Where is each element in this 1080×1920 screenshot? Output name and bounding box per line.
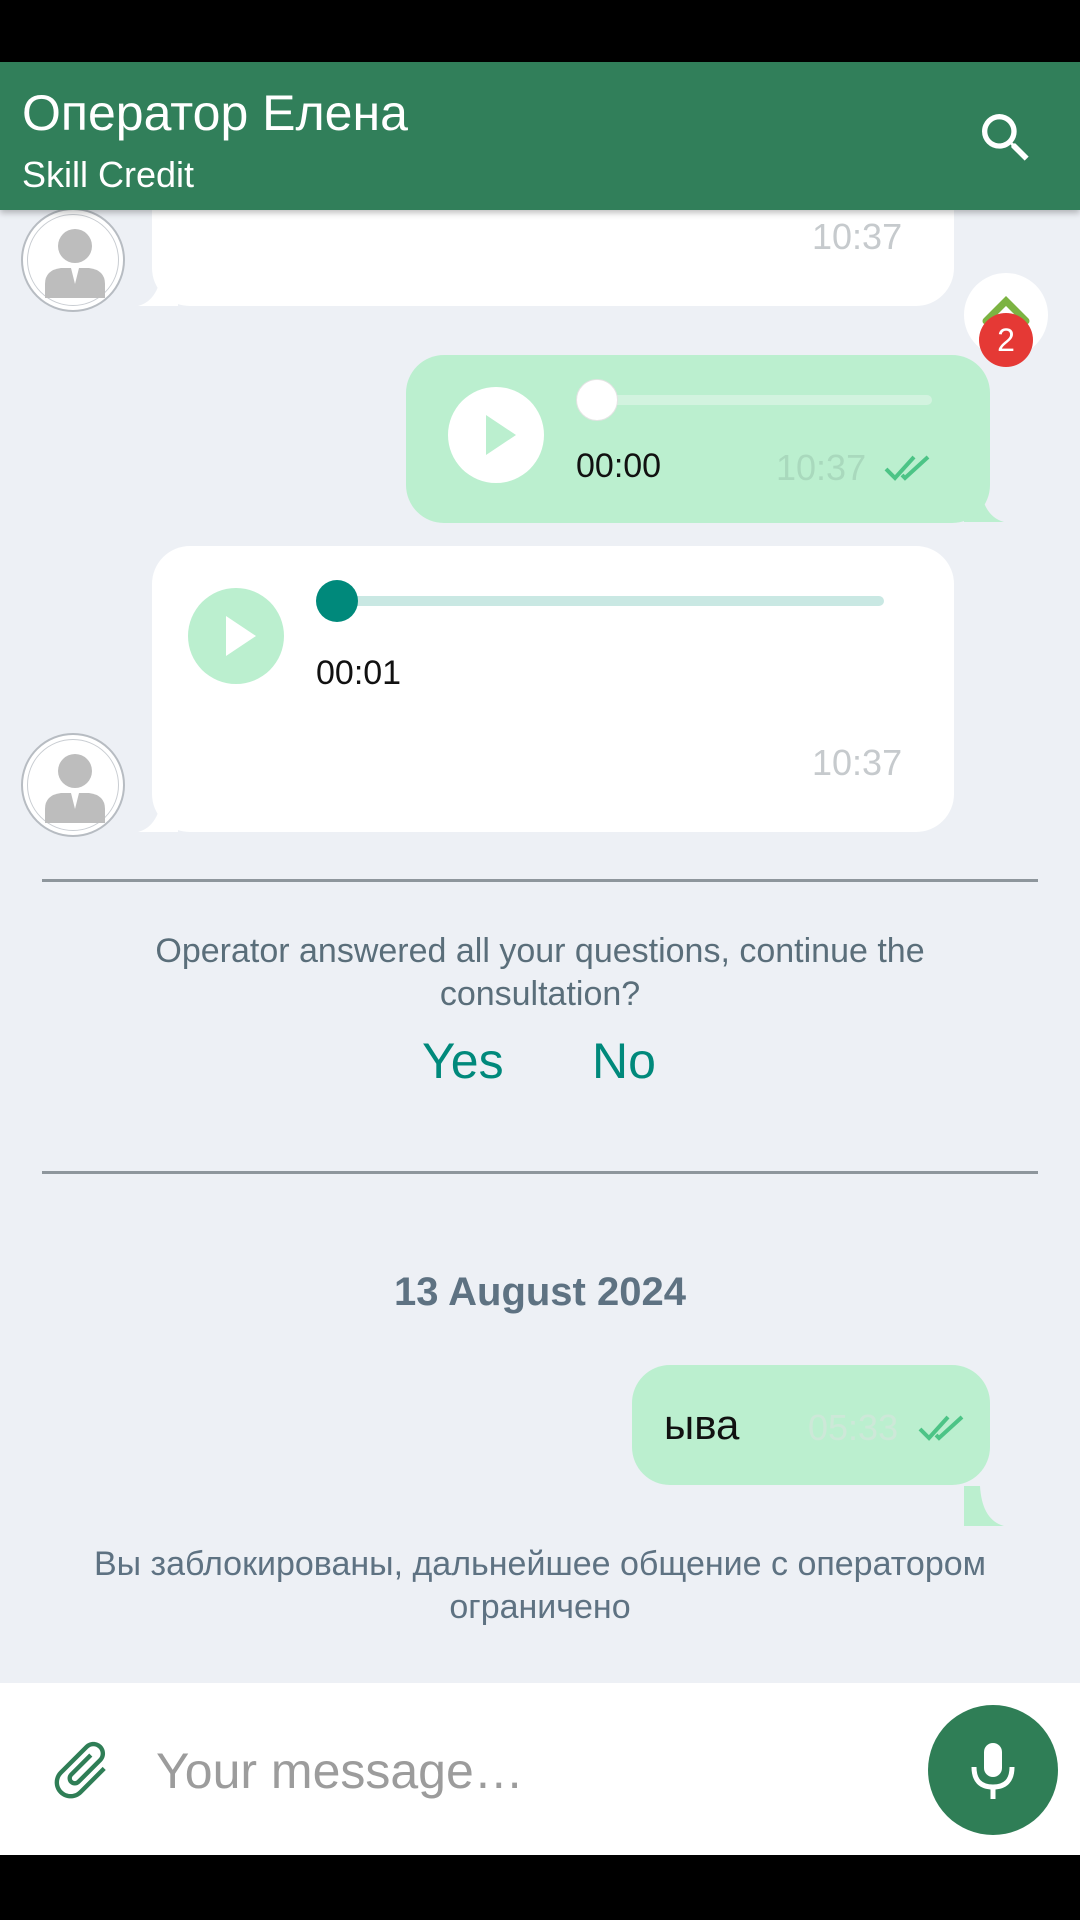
- survey-question: Operator answered all your questions, co…: [155, 932, 925, 1013]
- double-check-icon: [918, 1415, 964, 1441]
- chat-header: Оператор Елена Skill Credit: [0, 62, 1080, 210]
- message-input[interactable]: [156, 1733, 896, 1809]
- audio-play-button[interactable]: [448, 387, 544, 483]
- outgoing-audio-message[interactable]: 00:00 10:37: [406, 355, 990, 523]
- survey-no-button[interactable]: No: [592, 1032, 656, 1090]
- record-voice-button[interactable]: [928, 1705, 1058, 1835]
- outgoing-text-message[interactable]: ыва 05:33: [632, 1365, 990, 1485]
- navigation-bar: [0, 1855, 1080, 1920]
- bubble-tail: [964, 1486, 1004, 1526]
- divider: [42, 879, 1038, 882]
- operator-avatar: [21, 733, 125, 837]
- blocked-notice: Вы заблокированы, дальнейшее общение с о…: [93, 1545, 987, 1626]
- survey-yes-button[interactable]: Yes: [422, 1032, 504, 1090]
- audio-play-button[interactable]: [188, 588, 284, 684]
- operator-name: Оператор Елена: [22, 85, 408, 141]
- audio-scrubber-handle[interactable]: [316, 580, 358, 622]
- play-icon: [226, 616, 256, 656]
- status-bar: [0, 0, 1080, 62]
- operator-company: Skill Credit: [22, 154, 195, 195]
- divider: [42, 1171, 1038, 1174]
- message-composer: [0, 1683, 1080, 1855]
- user-silhouette-icon: [45, 229, 105, 298]
- audio-scrubber-handle[interactable]: [576, 379, 618, 421]
- user-silhouette-icon: [45, 754, 105, 823]
- message-text: ыва: [664, 1401, 740, 1448]
- microphone-icon: [971, 1743, 1015, 1799]
- incoming-message-bubble[interactable]: 10:37: [152, 210, 954, 306]
- message-time: 05:33: [808, 1407, 899, 1448]
- audio-progress-track[interactable]: [318, 596, 884, 606]
- audio-progress-track[interactable]: [578, 395, 932, 405]
- message-list[interactable]: 10:37 2 00:00 10:37 00:01 10:37 Operator…: [0, 210, 1080, 1683]
- message-time: 10:37: [776, 447, 867, 488]
- audio-duration: 00:00: [576, 447, 662, 485]
- unread-count-badge: 2: [979, 313, 1033, 367]
- operator-avatar: [21, 210, 125, 312]
- play-icon: [486, 415, 516, 455]
- audio-duration: 00:01: [316, 654, 402, 692]
- double-check-icon: [884, 455, 930, 481]
- date-separator: 13 August 2024: [394, 1270, 686, 1314]
- paperclip-icon[interactable]: [46, 1735, 116, 1805]
- incoming-audio-message[interactable]: 00:01 10:37: [152, 546, 954, 832]
- search-icon[interactable]: [974, 106, 1038, 170]
- app-screen: Оператор Елена Skill Credit 10:37 2 00:0…: [0, 0, 1080, 1920]
- message-time: 10:37: [812, 742, 903, 783]
- message-time: 10:37: [812, 216, 903, 257]
